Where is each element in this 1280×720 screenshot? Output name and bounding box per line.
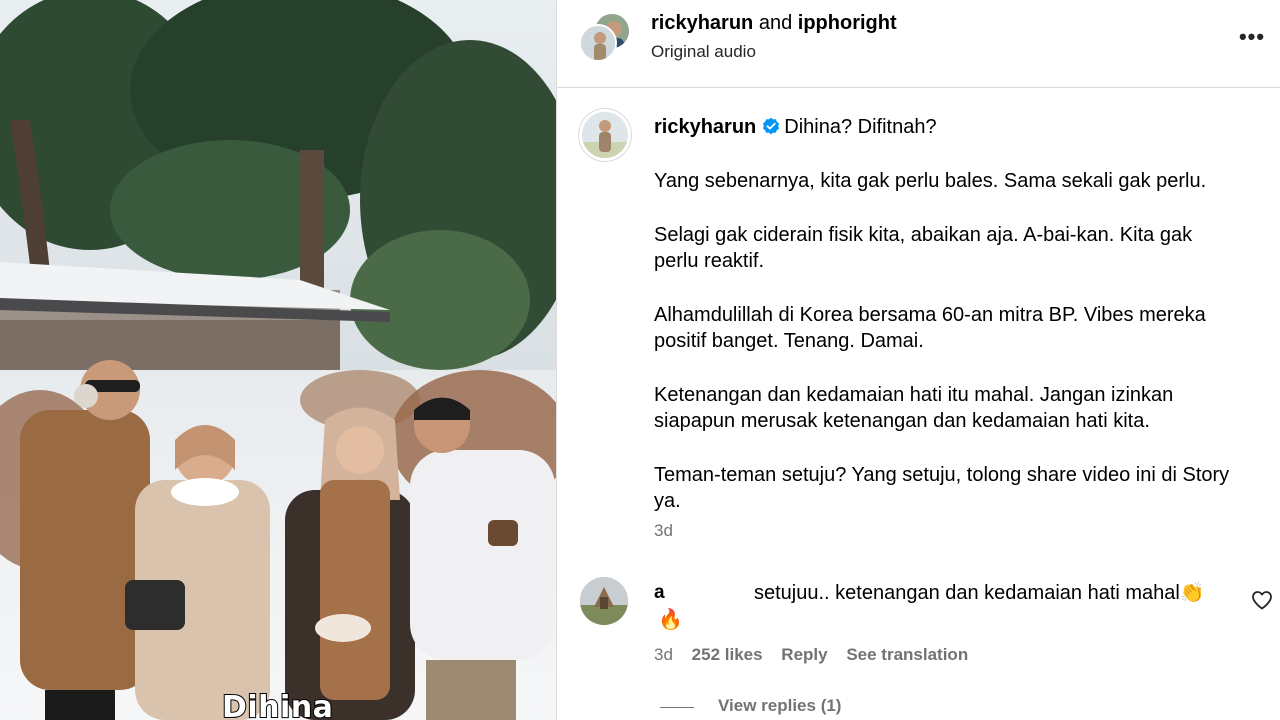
post-paragraph-2: Selagi gak ciderain fisik kita, abaikan … xyxy=(654,224,1193,272)
commenter-username[interactable]: a xyxy=(654,582,665,604)
comment-body: setujuu.. ketenangan dan kedamaian hati … xyxy=(754,582,1180,604)
like-comment-heart-icon[interactable] xyxy=(1250,588,1274,612)
avatar-rickyharun[interactable] xyxy=(579,24,617,62)
post-header: rickyharun and ipphoright Original audio… xyxy=(557,0,1280,88)
fire-emoji: 🔥 xyxy=(658,609,683,631)
header-joiner: and xyxy=(758,12,793,34)
collab-names: rickyharun and ipphoright xyxy=(651,12,897,35)
collab-avatars[interactable] xyxy=(579,12,631,64)
post-author-username[interactable]: rickyharun xyxy=(654,116,756,138)
video-caption-overlay: Dihina xyxy=(221,689,334,720)
replies-divider xyxy=(660,707,694,708)
comment-likes[interactable]: 252 likes xyxy=(692,645,763,664)
reply-button[interactable]: Reply xyxy=(781,645,827,664)
post-first-line: Dihina? Difitnah? xyxy=(784,116,937,138)
media-divider xyxy=(556,0,557,720)
post-timestamp[interactable]: 3d xyxy=(654,521,673,541)
commenter-avatar[interactable] xyxy=(580,577,628,625)
post-paragraph-5: Teman-teman setuju? Yang setuju, tolong … xyxy=(654,464,1230,512)
header-username-1[interactable]: rickyharun xyxy=(651,12,753,34)
header-username-2[interactable]: ipphoright xyxy=(798,12,897,34)
post-caption: rickyharun Dihina? Difitnah? Yang sebenar… xyxy=(654,114,1234,542)
media-photo xyxy=(0,0,556,720)
more-options-icon[interactable]: ••• xyxy=(1237,22,1267,52)
verified-badge-icon xyxy=(763,117,780,135)
clap-emoji: 👏 xyxy=(1179,582,1205,604)
post-author-avatar[interactable] xyxy=(578,108,632,162)
post-paragraph-1: Yang sebenarnya, kita gak perlu bales. S… xyxy=(654,170,1207,192)
post-media[interactable]: Dihina xyxy=(0,0,556,720)
view-replies-button[interactable]: View replies (1) xyxy=(718,696,841,716)
see-translation-button[interactable]: See translation xyxy=(846,645,968,664)
post-paragraph-4: Ketenangan dan kedamaian hati itu mahal.… xyxy=(654,384,1174,432)
comment-meta: 3d 252 likes Reply See translation xyxy=(654,645,982,665)
comment-timestamp[interactable]: 3d xyxy=(654,645,673,664)
post-paragraph-3: Alhamdulillah di Korea bersama 60-an mit… xyxy=(654,304,1206,352)
audio-link[interactable]: Original audio xyxy=(651,42,756,62)
comment-text: setujuu.. ketenangan dan kedamaian hati … xyxy=(754,580,1205,605)
